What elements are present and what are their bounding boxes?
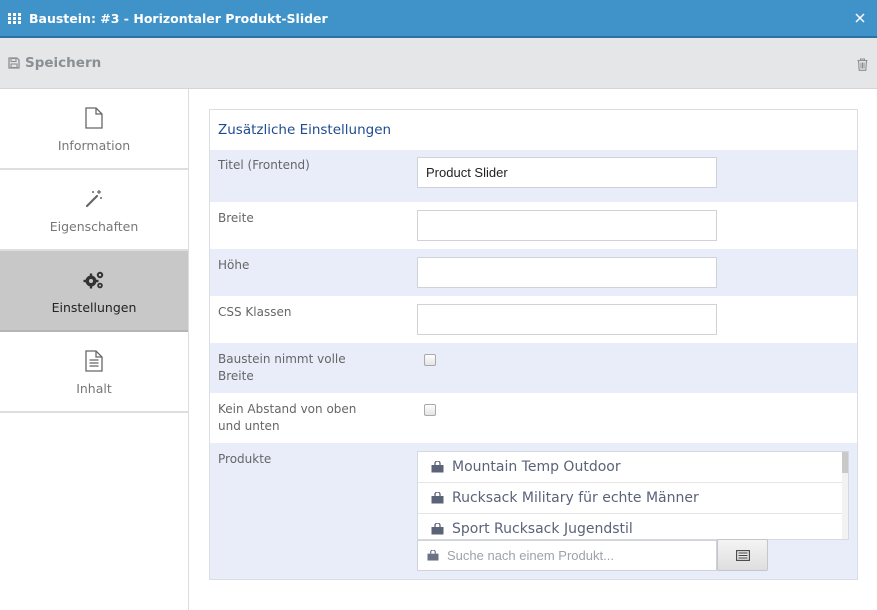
sidebar-item-label: Information xyxy=(57,137,131,153)
sidebar-item-label: Einstellungen xyxy=(51,299,137,315)
title-input[interactable] xyxy=(417,157,717,188)
product-list-scrollbar[interactable] xyxy=(842,452,848,539)
height-row: Höhe xyxy=(210,249,857,296)
product-browse-button[interactable] xyxy=(717,539,768,571)
title-row: Titel (Frontend) xyxy=(210,150,857,202)
settings-panel: Zusätzliche Einstellungen Titel (Fronten… xyxy=(209,109,858,580)
sidebar: Information Eigenschaften Einstellungen … xyxy=(0,89,189,610)
shopping-bag-icon xyxy=(431,523,444,535)
list-item[interactable]: Mountain Temp Outdoor xyxy=(418,452,842,483)
css-label: CSS Klassen xyxy=(218,305,292,319)
list-item[interactable]: Sport Rucksack Jugendstil xyxy=(418,514,842,539)
product-name: Sport Rucksack Jugendstil xyxy=(452,521,633,537)
save-label: Speichern xyxy=(25,55,102,71)
file-icon xyxy=(85,106,103,129)
shopping-bag-icon xyxy=(427,550,439,561)
height-input[interactable] xyxy=(417,257,717,288)
shopping-bag-icon xyxy=(431,492,444,504)
product-search xyxy=(417,540,717,571)
sidebar-item-inhalt[interactable]: Inhalt xyxy=(0,332,188,413)
delete-button[interactable] xyxy=(857,56,868,75)
sidebar-item-label: Inhalt xyxy=(76,380,112,396)
sidebar-item-eigenschaften[interactable]: Eigenschaften xyxy=(0,170,188,251)
sidebar-item-einstellungen[interactable]: Einstellungen xyxy=(0,251,188,332)
window-title: Baustein: #3 - Horizontaler Produkt-Slid… xyxy=(29,10,328,26)
shopping-bag-icon xyxy=(431,461,444,473)
product-name: Rucksack Military für echte Männer xyxy=(452,490,699,506)
products-row: Produkte Mountain Temp Outdoor Rucksack … xyxy=(210,443,857,579)
title-label: Titel (Frontend) xyxy=(218,158,310,172)
list-item[interactable]: Rucksack Military für echte Männer xyxy=(418,483,842,514)
scrollbar-thumb[interactable] xyxy=(842,452,848,473)
floppy-disk-icon xyxy=(8,57,20,69)
sidebar-item-label: Eigenschaften xyxy=(49,218,139,234)
width-label: Breite xyxy=(218,211,254,225)
fullwidth-checkbox[interactable] xyxy=(424,354,436,366)
save-button[interactable]: Speichern xyxy=(8,55,101,71)
height-label: Höhe xyxy=(218,258,250,272)
trash-icon xyxy=(857,58,868,71)
fullwidth-label: Baustein nimmt volle Breite xyxy=(218,352,346,383)
products-label: Produkte xyxy=(218,452,272,466)
list-icon xyxy=(735,549,750,561)
close-icon xyxy=(855,13,865,23)
panel-heading: Zusätzliche Einstellungen xyxy=(218,122,392,138)
nospacing-row: Kein Abstand von oben und unten xyxy=(210,393,857,443)
close-button[interactable] xyxy=(850,8,870,28)
document-text-icon xyxy=(85,349,103,372)
fullwidth-row: Baustein nimmt volle Breite xyxy=(210,343,857,393)
css-input[interactable] xyxy=(417,304,717,335)
window-titlebar: Baustein: #3 - Horizontaler Produkt-Slid… xyxy=(0,0,877,38)
nospacing-label: Kein Abstand von oben und unten xyxy=(218,402,357,433)
sidebar-item-information[interactable]: Information xyxy=(0,89,188,170)
width-row: Breite xyxy=(210,202,857,249)
css-row: CSS Klassen xyxy=(210,296,857,343)
magic-wand-icon xyxy=(85,189,102,207)
product-list[interactable]: Mountain Temp Outdoor Rucksack Military … xyxy=(417,451,849,540)
grid-icon xyxy=(8,12,21,24)
product-search-input[interactable] xyxy=(447,548,707,563)
product-name: Mountain Temp Outdoor xyxy=(452,459,621,475)
nospacing-checkbox[interactable] xyxy=(424,404,436,416)
width-input[interactable] xyxy=(417,210,717,241)
toolbar: Speichern xyxy=(0,38,877,89)
gears-icon xyxy=(83,271,104,288)
